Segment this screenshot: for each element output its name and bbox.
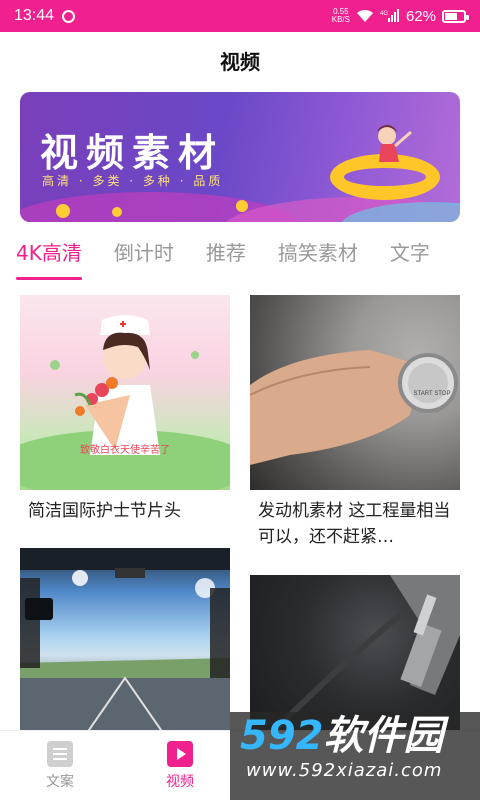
page-title: 视频: [220, 50, 260, 74]
video-title[interactable]: 发动机素材 这工程量相当可以，还不赶紧…: [250, 498, 460, 550]
banner-title: 视频素材: [40, 131, 225, 175]
tab-recommended[interactable]: 推荐: [190, 236, 262, 284]
tab-countdown[interactable]: 倒计时: [98, 236, 190, 284]
category-tabs: 4K高清 倒计时 推荐 搞笑素材 文字: [0, 236, 480, 284]
video-thumbnail[interactable]: START STOP: [250, 295, 460, 490]
banner[interactable]: 视频素材 高清 · 多类 · 多种 · 品质: [20, 92, 460, 222]
tab-text[interactable]: 文字: [374, 236, 446, 284]
play-icon: [167, 741, 193, 767]
tab-4k[interactable]: 4K高清: [0, 236, 98, 284]
banner-dot: [56, 204, 70, 218]
video-thumbnail[interactable]: [20, 548, 230, 743]
video-card[interactable]: START STOP 发动机素材 这工程量相当可以，还不赶紧…: [250, 295, 460, 550]
banner-dot: [236, 200, 248, 212]
start-button-illustration: START STOP: [250, 295, 460, 490]
watermark-url: www.592xiazai.com: [246, 760, 443, 781]
battery-icon: [442, 9, 469, 23]
video-card[interactable]: [20, 548, 230, 751]
girl-illustration: [377, 125, 412, 162]
signal-icon: 4G: [380, 9, 400, 23]
battery-fill: [445, 12, 458, 20]
video-card[interactable]: 致敬白衣天使辛苦了 简洁国际护士节片头: [20, 295, 230, 524]
battery-percent: 62%: [405, 7, 436, 25]
status-bar: 13:44 0.55 KB/S 4G 62%: [0, 0, 480, 32]
bus-view-illustration: [20, 548, 230, 743]
thumbnail-caption: 致敬白衣天使辛苦了: [80, 443, 170, 456]
tab-funny[interactable]: 搞笑素材: [262, 236, 374, 284]
video-thumbnail[interactable]: 致敬白衣天使辛苦了: [20, 295, 230, 490]
alarm-icon: [62, 9, 76, 23]
nav-label: 视频: [166, 774, 194, 790]
video-title[interactable]: 简洁国际护士节片头: [20, 498, 230, 524]
network-type-label: 4G: [380, 11, 388, 17]
thumbnail-caption: START STOP: [414, 391, 451, 397]
status-right: 0.55 KB/S 4G 62%: [332, 7, 469, 25]
nurse-illustration: 致敬白衣天使辛苦了: [20, 315, 230, 490]
watermark-logo: 592软件园: [230, 712, 480, 760]
watermark-logo-text: 软件园: [323, 713, 444, 759]
nav-label: 文案: [46, 774, 74, 790]
nav-item-video[interactable]: 视频: [140, 741, 220, 791]
site-watermark: 592软件园 www.592xiazai.com: [230, 712, 480, 800]
banner-subtitle: 高清 · 多类 · 多种 · 品质: [42, 174, 224, 188]
status-time: 13:44: [14, 7, 55, 24]
document-icon: [47, 741, 73, 767]
nav-item-copywriting[interactable]: 文案: [20, 741, 100, 791]
banner-dot: [112, 207, 122, 217]
wifi-icon: [356, 9, 374, 23]
watermark-logo-number: 592: [240, 713, 324, 759]
net-speed: 0.55 KB/S: [332, 8, 350, 24]
net-speed-unit: KB/S: [331, 15, 350, 24]
